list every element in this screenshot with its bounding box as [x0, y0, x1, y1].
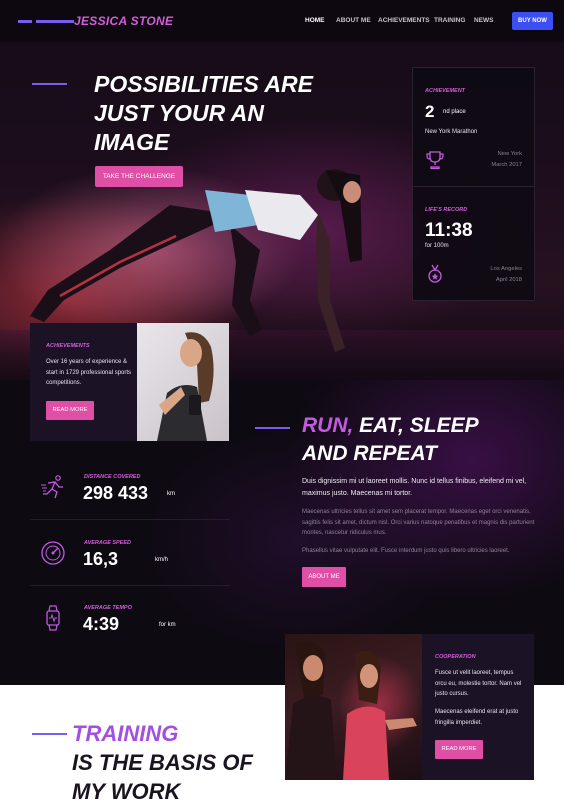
- metric-label: AVERAGE SPEED: [84, 540, 131, 546]
- achievement-place-suffix: nd place: [443, 109, 466, 115]
- metric-unit: km/h: [155, 557, 169, 563]
- take-challenge-button[interactable]: TAKE THE CHALLENGE: [95, 166, 183, 187]
- nav-home[interactable]: HOME: [305, 17, 325, 24]
- metric-value: 16,3: [83, 549, 119, 569]
- training-title: TRAINING IS THE BASIS OF MY WORK: [72, 719, 302, 805]
- achievement-location-date: New York March 2017: [491, 149, 522, 171]
- record-date: April 2018: [495, 277, 522, 283]
- smartwatch-icon: [46, 605, 60, 631]
- speedometer-icon: [41, 541, 65, 565]
- panel-divider: [413, 186, 534, 187]
- run-lead-text: Duis dignissim mi ut laoreet mollis. Nun…: [302, 478, 527, 497]
- metric-speed: AVERAGE SPEED 16,3 km/h: [30, 540, 230, 602]
- run-title-line: RUN, EAT, SLEEP: [302, 412, 542, 440]
- hero-title-line: JUST YOUR AN: [94, 100, 264, 126]
- medal-icon: [428, 264, 442, 283]
- metric-value: 298 433: [83, 483, 149, 503]
- run-title-line-2: AND REPEAT: [302, 442, 437, 465]
- athlete-photo: [137, 323, 229, 441]
- athlete-figure: [157, 332, 214, 441]
- run-title-highlight: RUN,: [302, 414, 354, 437]
- cooperation-card: COOPERATION Fusce ut velit laoreet, temp…: [285, 634, 534, 780]
- stats-panel: ACHIEVEMENT 2 nd place New York Marathon…: [412, 67, 535, 301]
- nav-training[interactable]: TRAINING: [434, 17, 465, 24]
- nav-about-me[interactable]: ABOUT ME: [336, 17, 371, 24]
- metric-tempo: AVERAGE TEMPO 4:39 for km: [30, 605, 230, 667]
- run-body-text: Phasellus vitae vulputate elit. Fusce in…: [302, 548, 510, 554]
- metric-value: 4:39: [83, 614, 120, 634]
- hero-accent-line: [32, 83, 67, 85]
- training-accent-line: [32, 733, 67, 735]
- buy-now-button[interactable]: BUY NOW: [512, 12, 553, 30]
- achievements-card: ACHIEVEMENTS Over 16 years of experience…: [30, 323, 229, 441]
- metric-divider: [30, 519, 230, 520]
- run-accent-line: [255, 427, 290, 429]
- metric-label: AVERAGE TEMPO: [84, 605, 132, 611]
- hero-title-line: IMAGE: [94, 129, 170, 155]
- training-title-line: IS THE BASIS OF: [72, 750, 253, 775]
- achievements-read-more-button[interactable]: READ MORE: [46, 401, 94, 420]
- achievement-label: ACHIEVEMENT: [425, 88, 466, 94]
- record-value: 11:38: [425, 220, 473, 241]
- achievements-label: ACHIEVEMENTS: [46, 343, 90, 349]
- achievement-date: March 2017: [491, 162, 522, 168]
- run-section-title: RUN, EAT, SLEEP AND REPEAT: [302, 412, 542, 468]
- record-label: LIFE'S RECORD: [425, 207, 468, 213]
- logo-accent-bar: [18, 20, 32, 23]
- site-logo[interactable]: JESSICA STONE: [74, 14, 173, 28]
- hero-title: POSSIBILITIES ARE JUST YOUR AN IMAGE: [94, 70, 374, 157]
- metric-label: DISTANCE COVERED: [84, 474, 141, 480]
- cooperation-text: Fusce ut velit laoreet, tempus orcu eu, …: [435, 670, 522, 697]
- logo-accent-bar: [36, 20, 74, 23]
- record-location-date: Los Angeles April 2018: [490, 264, 522, 286]
- cooperation-text: Maecenas eleifend erat at justo fringill…: [435, 709, 519, 726]
- achievements-text: Over 16 years of experience & start in 1…: [46, 359, 132, 386]
- trophy-icon: [426, 151, 444, 170]
- achievement-event: New York Marathon: [425, 129, 478, 135]
- metric-divider: [30, 585, 230, 586]
- metric-unit: km: [167, 491, 175, 497]
- achievement-place-value: 2: [425, 102, 435, 121]
- runners-photo: [285, 634, 422, 780]
- run-title-rest: EAT, SLEEP: [353, 414, 479, 437]
- cooperation-label: COOPERATION: [435, 654, 476, 660]
- run-body-text: Maecenas ultricies tellus sit amet sem p…: [302, 509, 535, 536]
- about-me-button[interactable]: ABOUT ME: [302, 567, 346, 587]
- nav-news[interactable]: NEWS: [474, 17, 494, 24]
- training-title-line: MY WORK: [72, 779, 181, 804]
- hero-title-line: POSSIBILITIES ARE: [94, 71, 313, 97]
- record-location: Los Angeles: [490, 266, 522, 272]
- training-title-highlight: TRAINING: [72, 721, 179, 746]
- record-suffix: for 100m: [425, 243, 449, 249]
- runner-icon: [41, 475, 63, 499]
- metric-unit: for km: [159, 622, 176, 628]
- nav-achievements[interactable]: ACHIEVEMENTS: [378, 17, 430, 24]
- runners-figures: [285, 640, 417, 780]
- metric-distance: DISTANCE COVERED 298 433 km: [30, 474, 230, 536]
- cooperation-read-more-button[interactable]: READ MORE: [435, 740, 483, 759]
- top-navbar: JESSICA STONE HOME ABOUT ME ACHIEVEMENTS…: [0, 0, 564, 42]
- achievement-location: New York: [497, 151, 523, 157]
